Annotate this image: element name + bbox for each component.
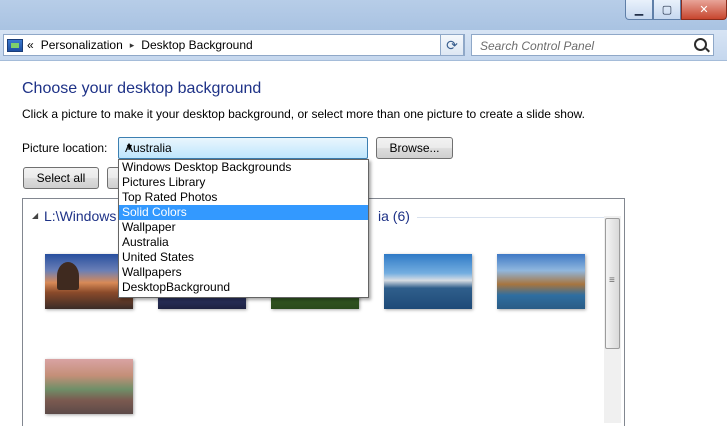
maximize-button[interactable]: ▢ <box>653 0 681 20</box>
option-top-rated-photos[interactable]: Top Rated Photos <box>119 190 368 205</box>
refresh-icon: ⟳ <box>446 36 458 53</box>
option-wallpaper[interactable]: Wallpaper <box>119 220 368 235</box>
refresh-button[interactable]: ⟳ <box>440 34 464 56</box>
group-title-start: L:\Windows <box>44 208 117 224</box>
thumbnail-sydney-harbour[interactable] <box>384 254 472 309</box>
picture-location-label: Picture location: <box>22 141 108 155</box>
search-icon[interactable] <box>694 38 707 51</box>
caption-buttons: ▁ ▢ ✕ <box>625 0 727 20</box>
option-desktopbackground[interactable]: DesktopBackground <box>119 280 368 295</box>
breadcrumb-personalization[interactable]: Personalization <box>41 38 123 52</box>
page-title: Choose your desktop background <box>22 80 262 97</box>
search-input[interactable] <box>478 36 692 56</box>
chevron-down-icon: ▼ <box>125 142 134 152</box>
option-windows-desktop-backgrounds[interactable]: Windows Desktop Backgrounds <box>119 160 368 175</box>
option-australia[interactable]: Australia <box>119 235 368 250</box>
select-all-button[interactable]: Select all <box>23 167 99 189</box>
page-description: Click a picture to make it your desktop … <box>22 107 585 121</box>
thumbnail-twelve-apostles[interactable] <box>497 254 585 309</box>
picture-location-dropdown[interactable]: Windows Desktop Backgrounds Pictures Lib… <box>118 159 369 298</box>
breadcrumb-desktop-background[interactable]: Desktop Background <box>141 38 252 52</box>
group-divider <box>417 217 604 218</box>
address-bar[interactable]: « Personalization ▸ Desktop Background ▾ <box>3 34 465 56</box>
search-box[interactable] <box>471 34 714 56</box>
close-icon: ✕ <box>699 4 709 16</box>
close-button[interactable]: ✕ <box>681 0 727 20</box>
group-title-end: ia (6) <box>378 208 410 224</box>
title-bar: ▁ ▢ ✕ <box>0 0 727 30</box>
option-united-states[interactable]: United States <box>119 250 368 265</box>
option-pictures-library[interactable]: Pictures Library <box>119 175 368 190</box>
option-solid-colors[interactable]: Solid Colors <box>119 205 368 220</box>
minimize-button[interactable]: ▁ <box>625 0 653 20</box>
collapse-triangle-icon[interactable]: ◢ <box>32 211 38 220</box>
picture-location-select[interactable]: Australia ▼ <box>118 137 368 159</box>
navigation-bar: « Personalization ▸ Desktop Background ▾… <box>0 30 727 61</box>
scrollbar-thumb[interactable] <box>605 218 620 349</box>
option-wallpapers[interactable]: Wallpapers <box>119 265 368 280</box>
browse-button[interactable]: Browse... <box>376 137 453 159</box>
thumbnail-red-rocks-river[interactable] <box>45 359 133 414</box>
maximize-icon: ▢ <box>661 4 673 16</box>
control-panel-icon <box>7 38 23 52</box>
breadcrumb-overflow-button[interactable]: « <box>27 38 34 52</box>
minimize-icon: ▁ <box>634 4 644 16</box>
breadcrumb-separator-icon[interactable]: ▸ <box>130 40 135 51</box>
